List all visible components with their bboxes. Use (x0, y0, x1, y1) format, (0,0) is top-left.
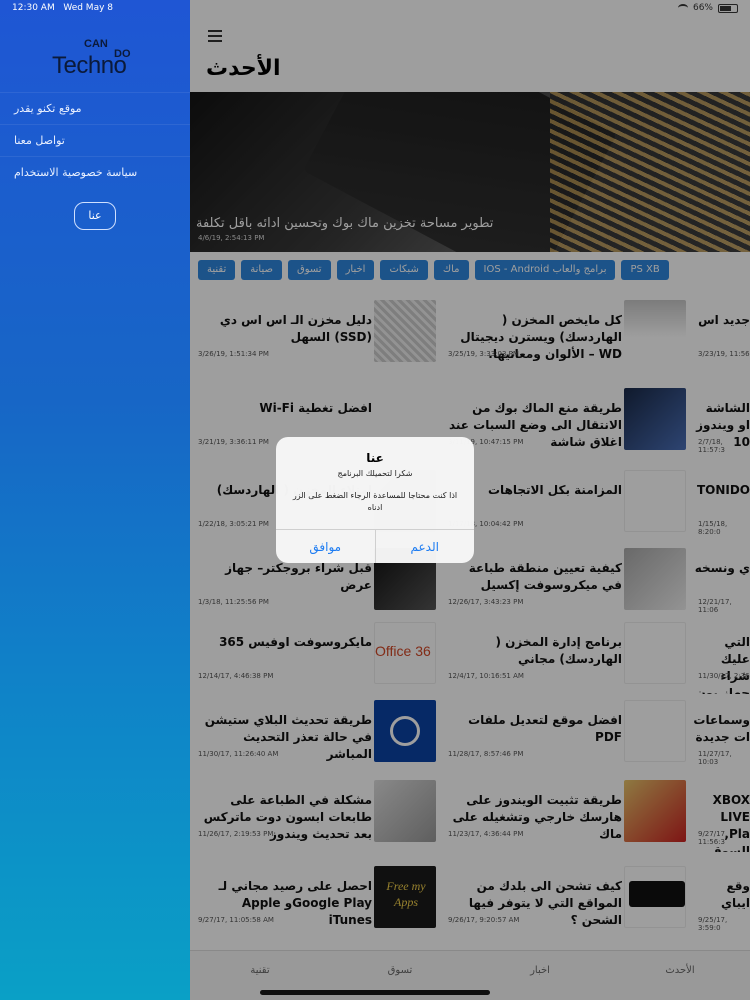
logo-techno: Techno (52, 52, 127, 79)
home-indicator[interactable] (260, 990, 490, 995)
about-button[interactable]: عنا (74, 202, 116, 230)
support-button[interactable]: الدعم (374, 530, 475, 563)
status-time: 12:30 AM (12, 3, 55, 13)
status-time-date: 12:30 AM Wed May 8 (12, 3, 113, 13)
status-date: Wed May 8 (63, 3, 114, 13)
alert-message: اذا كنت محتاجا للمساعدة الرجاء الضغط على… (292, 491, 458, 512)
status-bar: 12:30 AM Wed May 8 66% (0, 0, 750, 18)
battery-percent: 66% (692, 3, 713, 13)
alert-title: عنا (366, 451, 384, 465)
sidebar-item-contact[interactable]: تواصل معنا (0, 124, 190, 156)
sidebar-item-label: سياسة خصوصية الاستخدام (14, 166, 138, 179)
alert-buttons: موافق الدعم (276, 529, 474, 563)
sidebar-item-label: تواصل معنا (14, 134, 65, 147)
wifi-icon (677, 4, 688, 12)
battery-icon (718, 3, 738, 13)
status-right: 66% (677, 3, 738, 13)
sidebar-menu: موقع تكنو يقدر تواصل معنا سياسة خصوصية ا… (0, 92, 190, 188)
sidebar-item-website[interactable]: موقع تكنو يقدر (0, 92, 190, 124)
ok-button[interactable]: موافق (276, 530, 375, 563)
sidebar-item-label: موقع تكنو يقدر (14, 102, 82, 115)
sidebar-item-privacy[interactable]: سياسة خصوصية الاستخدام (0, 156, 190, 188)
logo-can: CAN (84, 38, 108, 50)
alert-dialog: عنا شكرا لتحميلك البرنامج اذا كنت محتاجا… (276, 437, 474, 563)
alert-subtitle: شكرا لتحميلك البرنامج (337, 469, 413, 478)
app-logo: CAN DO Techno (52, 36, 142, 80)
sidebar: CAN DO Techno موقع تكنو يقدر تواصل معنا … (0, 0, 190, 1000)
